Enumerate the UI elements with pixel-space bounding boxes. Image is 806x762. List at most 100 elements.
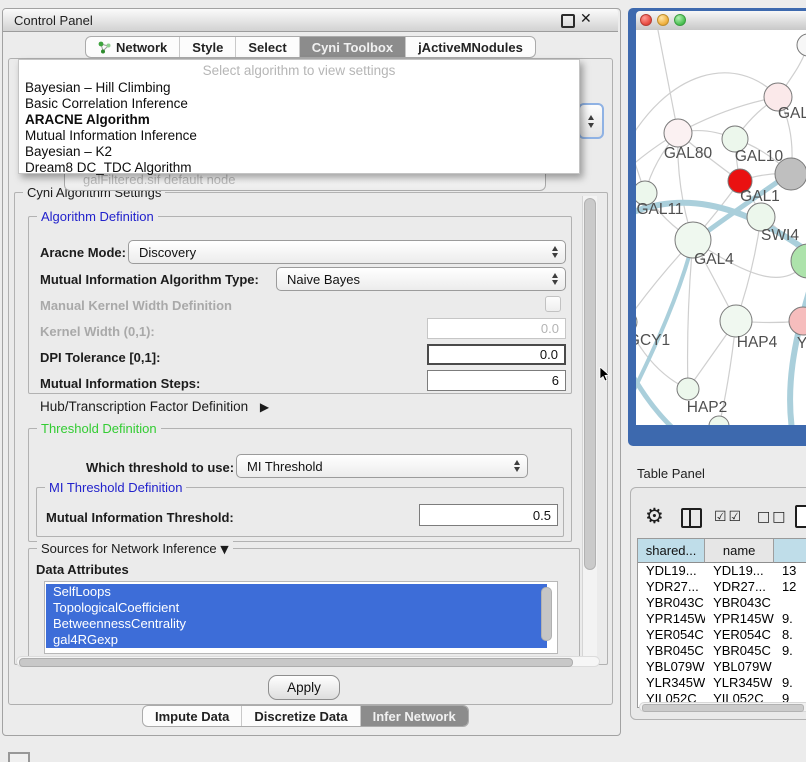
minimize-traffic-light-icon[interactable] [657,14,669,26]
zoom-traffic-light-icon[interactable] [674,14,686,26]
manual-kernel-width-label: Manual Kernel Width Definition [40,298,232,313]
tab-jactivemnodules[interactable]: jActiveMNodules [405,37,535,57]
document-icon[interactable] [795,505,806,528]
tab-label: Select [248,40,286,55]
node-label: HAP4 [737,334,778,351]
table-cell: YER054C [705,627,774,643]
data-attribute-item[interactable]: gal4RGexp [46,632,547,648]
hub-section-toggle[interactable]: Hub/Transcription Factor Definition ▶ [40,399,269,414]
data-attribute-item[interactable]: TopologicalCoefficient [46,600,547,616]
network-node[interactable] [797,34,806,56]
chevron-down-icon: ▼ [220,543,228,556]
table-row[interactable]: YER054CYER054C8. [638,627,806,643]
node-label: Y [797,335,806,352]
manual-kernel-width-checkbox[interactable] [545,296,561,312]
tab-cyni-toolbox[interactable]: Cyni Toolbox [299,37,405,57]
table-cell: 9. [774,643,806,659]
kernel-width-field[interactable]: 0.0 [427,318,566,339]
table-cell: 8. [774,627,806,643]
deselect-all-checkboxes-icon[interactable]: □□ [757,509,787,525]
tab-infer-network[interactable]: Infer Network [360,706,468,726]
algorithm-option[interactable]: Bayesian – K2 [23,144,575,160]
network-node-gcy1[interactable] [636,311,637,333]
combo-stepper-icon [552,246,558,258]
algorithm-option[interactable]: Basic Correlation Inference [23,96,575,112]
table-row[interactable]: YDL19...YDL19...13 [638,563,806,579]
table-row[interactable]: YBR045CYBR045C9. [638,643,806,659]
inference-algorithm-combobox-stepper[interactable] [578,103,604,139]
mi-threshold-field[interactable]: 0.5 [419,504,558,526]
collapsed-panel-icon[interactable] [8,752,30,762]
table-cell: YBR045C [638,643,705,659]
data-attributes-list[interactable]: SelfLoopsTopologicalCoefficientBetweenne… [44,581,558,654]
table-cell: YDR27... [638,579,705,595]
column-header[interactable]: shared... [638,539,705,563]
data-attribute-item[interactable]: BetweennessCentrality [46,616,547,632]
aracne-mode-combobox[interactable]: Discovery [128,240,566,264]
aracne-mode-value: Discovery [139,245,196,260]
close-icon[interactable]: ✕ [580,11,592,27]
table-horizontal-scrollbar[interactable] [639,702,806,712]
network-node-hap4[interactable] [720,305,752,337]
combo-stepper-icon [514,460,520,472]
table-cell: YBL079W [638,659,705,675]
mi-algorithm-type-combobox[interactable]: Naive Bayes [276,267,566,291]
control-panel-titlebar[interactable] [3,9,618,32]
list-scrollbar-thumb[interactable] [541,587,552,641]
table-row[interactable]: YPR145WYPR145W9. [638,611,806,627]
tab-network[interactable]: Network [86,37,179,57]
mi-threshold-definition-legend: MI Threshold Definition [45,480,186,495]
sources-legend[interactable]: Sources for Network Inference ▼ [37,541,233,556]
column-header[interactable] [774,539,806,563]
node-label: GCY1 [636,332,670,349]
table-row[interactable]: YBL079WYBL079W [638,659,806,675]
split-view-icon[interactable] [681,508,702,528]
node-label: HAP2 [687,399,728,416]
data-attribute-item[interactable]: SelfLoops [46,584,547,600]
dpi-tolerance-field[interactable]: 0.0 [427,344,566,365]
which-threshold-combobox[interactable]: MI Threshold [236,454,528,478]
table-hscroll-thumb[interactable] [642,704,804,712]
table-cell: YLR345W [705,675,774,691]
close-traffic-light-icon[interactable] [640,14,652,26]
network-window-titlebar[interactable] [636,11,806,31]
chevron-right-icon: ▶ [260,400,269,414]
algorithm-option[interactable]: ARACNE Algorithm [23,112,575,128]
table-row[interactable]: YBR043CYBR043C [638,595,806,611]
mi-steps-field[interactable]: 6 [427,370,566,391]
tab-impute-data[interactable]: Impute Data [143,706,241,726]
tab-select[interactable]: Select [235,37,298,57]
dpi-tolerance-label: DPI Tolerance [0,1]: [40,350,160,365]
network-node[interactable] [709,416,729,425]
mi-threshold-value: 0.5 [533,508,551,523]
network-canvas[interactable]: GALGAL80GAL10GAL1GAL11SWI4GAL4GCY1HAP4YH… [636,30,806,425]
tab-style[interactable]: Style [179,37,235,57]
column-header[interactable]: name [705,539,774,563]
settings-hscroll-thumb[interactable] [19,658,573,667]
tab-discretize-data[interactable]: Discretize Data [241,706,359,726]
algorithm-option[interactable]: Dream8 DC_TDC Algorithm [23,160,575,176]
algorithm-dropdown-popup: Select algorithm to view settings Bayesi… [18,59,580,174]
table-cell: 13 [774,563,806,579]
table-row[interactable]: YDR27...YDR27...12 [638,579,806,595]
algorithm-option[interactable]: Mutual Information Inference [23,128,575,144]
network-edge [656,30,678,133]
float-window-icon[interactable] [561,14,575,28]
network-node-hap2[interactable] [677,378,699,400]
network-node-y[interactable] [789,307,806,335]
table-row[interactable]: YLR345WYLR345W9. [638,675,806,691]
node-label: GAL10 [735,148,784,165]
select-all-checkboxes-icon[interactable]: ☑☑ [714,509,743,525]
settings-vertical-scrollbar[interactable] [582,196,597,656]
apply-button[interactable]: Apply [268,675,340,700]
network-node-gal80[interactable] [664,119,692,147]
settings-horizontal-scrollbar[interactable] [16,656,600,667]
cyni-bottom-tabbar: Impute DataDiscretize DataInfer Network [142,705,469,727]
table-cell: YPR145W [638,611,705,627]
gear-icon[interactable]: ⚙ [645,504,664,528]
algorithm-placeholder: Select algorithm to view settings [19,63,579,78]
settings-vscroll-thumb[interactable] [584,198,596,570]
algorithm-option[interactable]: Bayesian – Hill Climbing [23,80,575,96]
network-edge [636,73,778,150]
table-cell: YBR045C [705,643,774,659]
